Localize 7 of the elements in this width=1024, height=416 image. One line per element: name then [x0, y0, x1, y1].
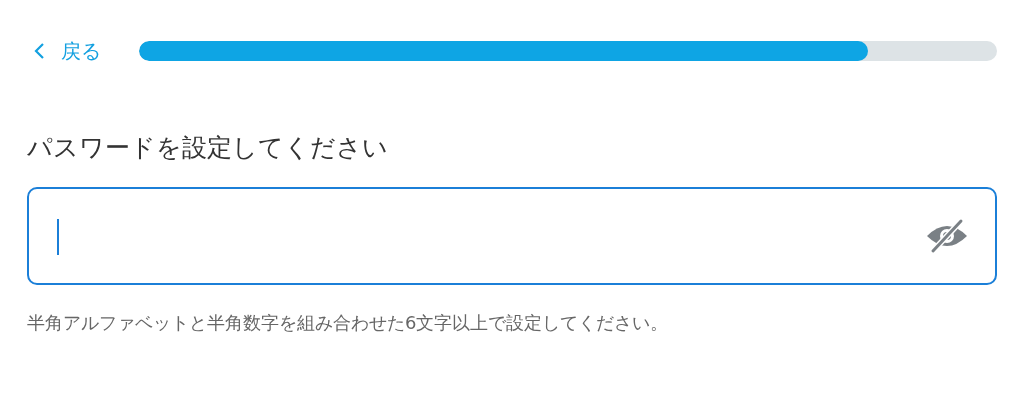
password-field[interactable] — [27, 187, 997, 285]
text-cursor — [57, 219, 59, 255]
page-title: パスワードを設定してください — [27, 132, 389, 164]
back-button[interactable]: 戻る — [27, 37, 101, 65]
eye-slash-icon[interactable] — [925, 218, 969, 254]
hint-text: 半角アルファベットと半角数字を組み合わせた6文字以上で設定してください。 — [27, 311, 670, 335]
chevron-left-icon — [33, 42, 47, 60]
